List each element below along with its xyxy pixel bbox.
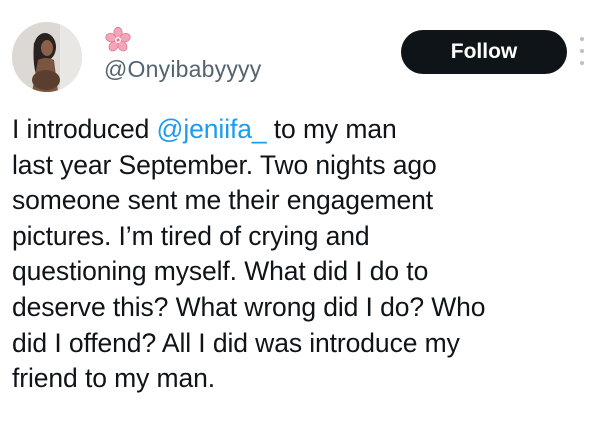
tweet-line: I introduced @jeniifa_ to my man	[12, 112, 594, 148]
tweet-text: I introduced @jeniifa_ to my man last ye…	[12, 112, 594, 397]
more-options-icon[interactable]	[575, 34, 589, 68]
author-block[interactable]: @Onyibabyyyy	[104, 26, 261, 83]
more-dot	[580, 37, 584, 41]
author-handle[interactable]: @Onyibabyyyy	[104, 56, 261, 83]
tweet-line: last year September. Two nights ago	[12, 149, 437, 180]
tweet-text-segment: I introduced	[12, 114, 157, 144]
tweet-line: pictures. I’m tired of crying and	[12, 220, 370, 251]
tweet-line: someone sent me their engagement	[12, 185, 434, 216]
tweet-line: friend to my man.	[12, 363, 216, 394]
tweet-text-segment: to my man	[266, 114, 397, 144]
more-dot	[580, 61, 584, 65]
tweet-line: questioning myself. What did I do to	[12, 256, 429, 287]
tweet-line: deserve this? What wrong did I do? Who	[12, 291, 486, 322]
tweet-header: @Onyibabyyyy Follow	[12, 22, 592, 92]
tweet-line: did I offend? All I did was introduce my	[12, 327, 460, 358]
tweet-card: @Onyibabyyyy Follow I introduced @jeniif…	[0, 0, 600, 439]
follow-button[interactable]: Follow	[401, 30, 567, 74]
mention-link[interactable]: @jeniifa_	[157, 114, 267, 144]
avatar-photo	[12, 22, 82, 92]
cherry-blossom-icon	[105, 26, 131, 52]
more-dot	[580, 49, 584, 53]
avatar[interactable]	[12, 22, 82, 92]
